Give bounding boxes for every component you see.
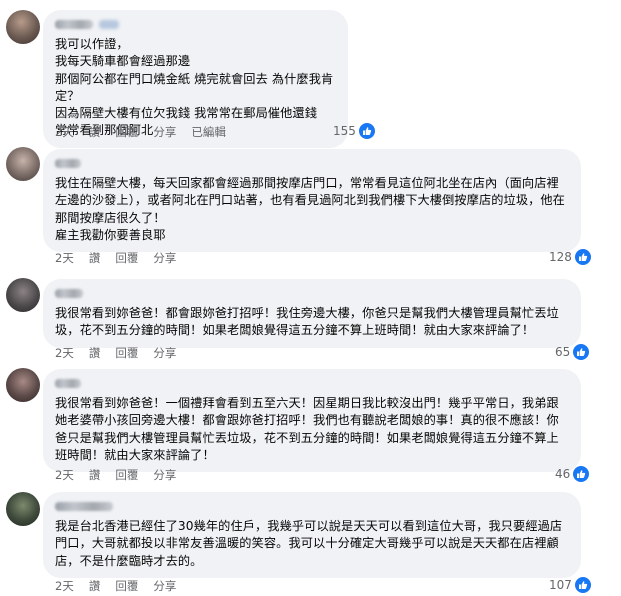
reaction-summary[interactable]: 46 xyxy=(555,466,590,482)
reaction-count: 65 xyxy=(555,345,571,359)
like-action[interactable]: 讚 xyxy=(89,250,101,266)
comment-time[interactable]: 2天 xyxy=(55,467,74,483)
thumbs-up-icon xyxy=(358,123,375,139)
comment-bubble: 我是台北香港已經住了30幾年的住戶，我幾乎可以說是天天可以看到這位大哥，我只要經… xyxy=(43,492,581,578)
comment-text: 我住在隔壁大樓，每天回家都會經過那間按摩店門口，常常看見這位阿北坐在店內（面向店… xyxy=(55,176,565,242)
comment-time[interactable]: 2天 xyxy=(55,345,74,361)
reaction-count: 107 xyxy=(549,578,572,592)
thumbs-up-icon xyxy=(574,249,591,265)
comment-bubble: 我住在隔壁大樓，每天回家都會經過那間按摩店門口，常常看見這位阿北坐在店內（面向店… xyxy=(43,149,581,253)
blurred-author-name xyxy=(55,378,81,388)
reaction-summary[interactable]: 107 xyxy=(549,577,591,593)
reply-action[interactable]: 回覆 xyxy=(115,124,138,140)
author-name[interactable] xyxy=(55,18,336,30)
blurred-author-name xyxy=(55,288,83,298)
author-name[interactable] xyxy=(55,157,569,169)
comment-text: 我是台北香港已經住了30幾年的住戶，我幾乎可以說是天天可以看到這位大哥，我只要經… xyxy=(55,519,563,568)
comment-actions: 2天 讚 回覆 分享 已編輯 xyxy=(55,124,226,140)
thumbs-up-icon xyxy=(573,344,590,360)
avatar-image xyxy=(6,492,40,526)
like-action[interactable]: 讚 xyxy=(89,124,101,140)
share-action[interactable]: 分享 xyxy=(153,578,176,594)
reaction-summary[interactable]: 155 xyxy=(333,123,375,139)
blurred-author-name xyxy=(55,158,81,168)
thumbs-up-icon xyxy=(574,577,591,593)
reaction-count: 128 xyxy=(549,250,572,264)
like-action[interactable]: 讚 xyxy=(89,345,101,361)
avatar[interactable] xyxy=(6,492,40,526)
reaction-count: 46 xyxy=(555,467,571,481)
thumbs-up-icon xyxy=(573,466,590,482)
reply-action[interactable]: 回覆 xyxy=(115,467,138,483)
blurred-author-name-suffix xyxy=(99,19,119,29)
reply-action[interactable]: 回覆 xyxy=(115,578,138,594)
comment-text: 我很常看到妳爸爸！都會跟妳爸打招呼！我住旁邊大樓，你爸只是幫我們大樓管理員幫忙丟… xyxy=(55,306,559,338)
comment-bubble: 我很常看到妳爸爸！都會跟妳爸打招呼！我住旁邊大樓，你爸只是幫我們大樓管理員幫忙丟… xyxy=(43,279,581,348)
comment-actions: 2天 讚 回覆 分享 xyxy=(55,250,176,266)
share-action[interactable]: 分享 xyxy=(153,124,176,140)
reply-action[interactable]: 回覆 xyxy=(115,345,138,361)
edited-label[interactable]: 已編輯 xyxy=(191,124,226,140)
comment-actions: 2天 讚 回覆 分享 xyxy=(55,345,176,361)
avatar[interactable] xyxy=(6,278,40,312)
comment-bubble: 我很常看到妳爸爸！一個禮拜會看到五至六天！因星期日我比較沒出門！幾乎平常日，我弟… xyxy=(43,369,581,473)
like-action[interactable]: 讚 xyxy=(89,578,101,594)
comment-time[interactable]: 2天 xyxy=(55,578,74,594)
reaction-summary[interactable]: 128 xyxy=(549,249,591,265)
avatar[interactable] xyxy=(6,10,40,44)
avatar-image xyxy=(6,147,40,181)
reaction-count: 155 xyxy=(333,124,356,138)
share-action[interactable]: 分享 xyxy=(153,345,176,361)
reaction-summary[interactable]: 65 xyxy=(555,344,590,360)
share-action[interactable]: 分享 xyxy=(153,250,176,266)
avatar-image xyxy=(6,368,40,402)
author-name[interactable] xyxy=(55,500,569,512)
comment-text: 我很常看到妳爸爸！一個禮拜會看到五至六天！因星期日我比較沒出門！幾乎平常日，我弟… xyxy=(55,396,559,462)
author-name[interactable] xyxy=(55,287,569,299)
blurred-author-name xyxy=(55,501,113,511)
comment-actions: 2天 讚 回覆 分享 xyxy=(55,578,176,594)
avatar-image xyxy=(6,10,40,44)
comment-time[interactable]: 2天 xyxy=(55,250,74,266)
comment-actions: 2天 讚 回覆 分享 xyxy=(55,467,176,483)
blurred-author-name xyxy=(55,19,93,29)
avatar[interactable] xyxy=(6,147,40,181)
author-name[interactable] xyxy=(55,377,569,389)
share-action[interactable]: 分享 xyxy=(153,467,176,483)
comment-time[interactable]: 2天 xyxy=(55,124,74,140)
avatar-image xyxy=(6,278,40,312)
like-action[interactable]: 讚 xyxy=(89,467,101,483)
reply-action[interactable]: 回覆 xyxy=(115,250,138,266)
avatar[interactable] xyxy=(6,368,40,402)
